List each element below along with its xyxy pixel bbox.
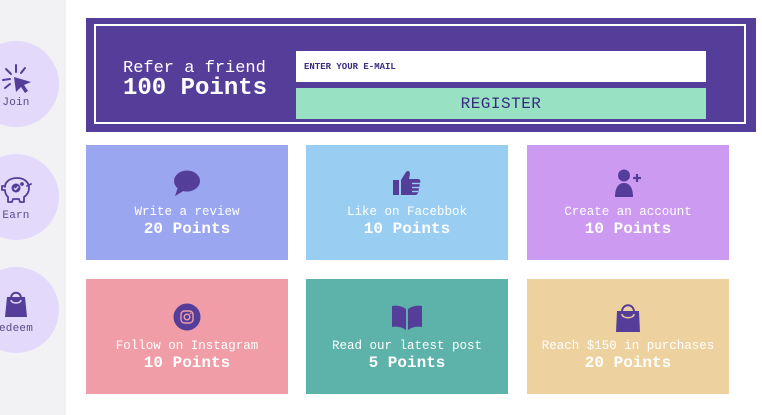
earn-card-reach-purchases[interactable]: Reach $150 in purchases 20 Points <box>527 279 729 394</box>
piggy-bank-icon <box>0 173 35 207</box>
card-points: 10 Points <box>363 220 451 238</box>
card-title: Reach $150 in purchases <box>541 339 715 353</box>
thumbs-up-icon <box>392 167 422 199</box>
register-button[interactable]: REGISTER <box>296 88 706 119</box>
card-title: Read our latest post <box>331 339 483 353</box>
earn-card-create-account[interactable]: Create an account 10 Points <box>527 145 729 260</box>
earn-card-write-review[interactable]: Write a review 20 Points <box>86 145 288 260</box>
referral-points: 100 Points <box>123 75 268 102</box>
sidebar-item-label: Earn <box>2 209 30 222</box>
card-title: Write a review <box>134 205 240 219</box>
speech-bubble-icon <box>172 167 202 199</box>
add-user-icon <box>613 167 643 199</box>
referral-frame: Refer a friend 100 Points REGISTER <box>94 24 746 124</box>
card-title: Like on Facebbok <box>346 205 468 219</box>
email-input[interactable] <box>296 51 706 82</box>
card-points: 20 Points <box>584 354 672 372</box>
earn-card-like-facebook[interactable]: Like on Facebbok 10 Points <box>306 145 508 260</box>
card-title: Follow on Instagram <box>115 339 259 353</box>
card-title: Create an account <box>564 205 692 219</box>
sidebar-item-label: edeem <box>0 322 33 335</box>
sidebar-item-label: Join <box>2 96 30 109</box>
cursor-click-icon <box>0 60 35 94</box>
card-points: 20 Points <box>143 220 231 238</box>
earn-card-read-post[interactable]: Read our latest post 5 Points <box>306 279 508 394</box>
card-points: 10 Points <box>584 220 672 238</box>
shopping-bag-icon <box>0 286 35 320</box>
card-points: 10 Points <box>143 354 231 372</box>
earn-card-follow-instagram[interactable]: Follow on Instagram 10 Points <box>86 279 288 394</box>
shopping-bag-icon <box>615 301 641 333</box>
open-book-icon <box>391 301 423 333</box>
instagram-icon <box>173 301 201 333</box>
card-points: 5 Points <box>368 354 446 372</box>
referral-banner: Refer a friend 100 Points REGISTER <box>86 18 756 132</box>
